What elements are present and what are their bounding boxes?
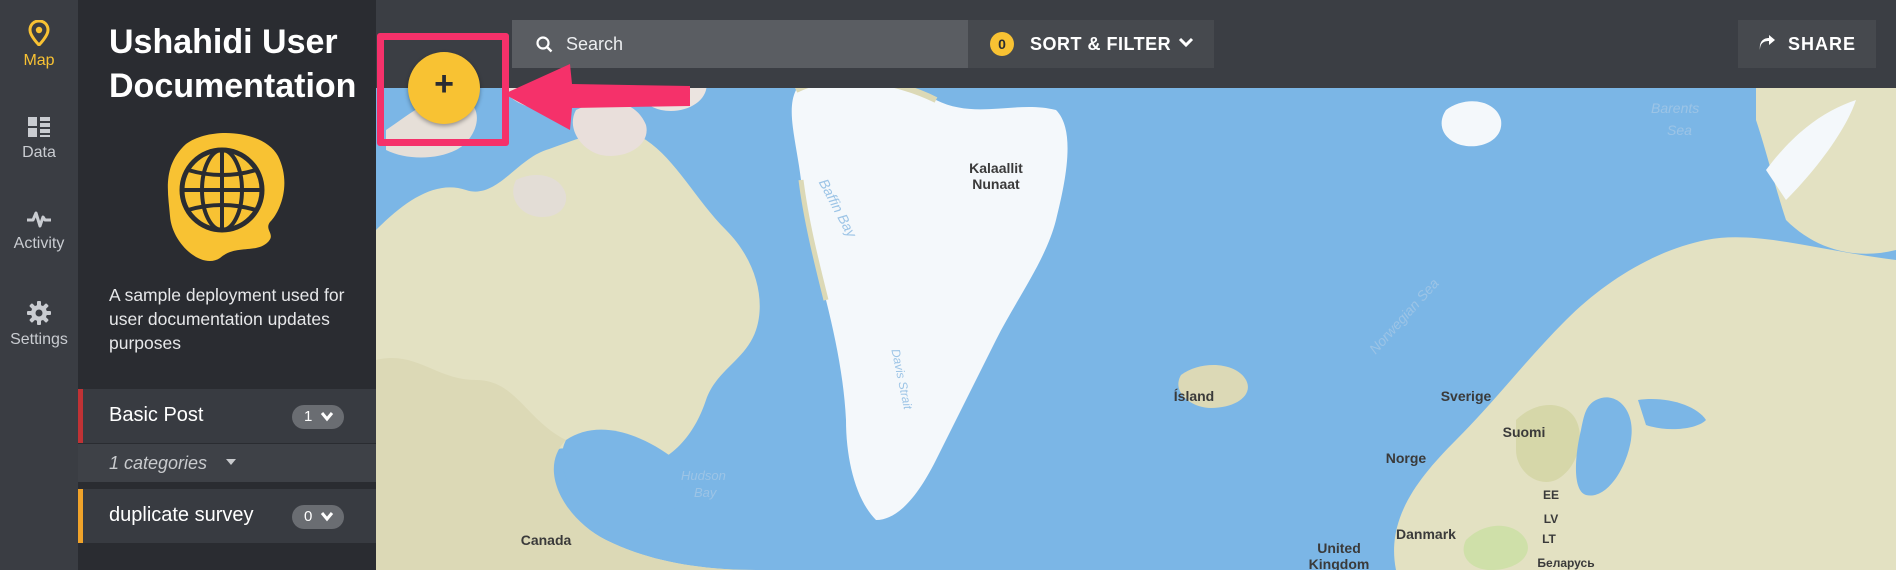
add-post-button[interactable]: + bbox=[408, 52, 480, 124]
survey-color-bar bbox=[78, 489, 83, 543]
nav-item-data[interactable]: Data bbox=[0, 116, 78, 162]
share-arrow-icon bbox=[1759, 35, 1775, 50]
survey-label: duplicate survey bbox=[109, 504, 254, 526]
sea-label-hudson-bay: Bay bbox=[694, 485, 717, 500]
chevron-down-icon bbox=[320, 412, 334, 422]
nav-item-map[interactable]: Map bbox=[0, 20, 78, 70]
nav-label-settings: Settings bbox=[10, 331, 68, 348]
survey-count-toggle[interactable]: 0 bbox=[292, 505, 344, 529]
map-label-united: United bbox=[1317, 540, 1361, 556]
chevron-down-icon bbox=[1178, 37, 1194, 48]
sea-label-barents: Barents bbox=[1651, 100, 1700, 116]
map-label-suomi: Suomi bbox=[1502, 424, 1546, 440]
survey-label: Basic Post bbox=[109, 404, 204, 426]
map-label-canada: Canada bbox=[520, 532, 572, 548]
sort-filter-button[interactable]: 0 SORT & FILTER bbox=[968, 20, 1214, 68]
nav-label-map: Map bbox=[23, 52, 55, 69]
deployment-title: Ushahidi User Documentation bbox=[109, 23, 357, 105]
data-grid-icon bbox=[28, 117, 50, 137]
survey-color-bar bbox=[78, 389, 83, 443]
share-button[interactable]: SHARE bbox=[1738, 20, 1876, 68]
map-label-nunaat: Nunaat bbox=[972, 176, 1020, 192]
highlight-arrow-annotation bbox=[504, 64, 690, 130]
sea-label-barents-sea: Sea bbox=[1667, 122, 1692, 138]
map-label-ee: EE bbox=[1542, 488, 1559, 502]
deployment-description: A sample deployment used for user docume… bbox=[109, 285, 345, 353]
survey-count-toggle[interactable]: 1 bbox=[292, 405, 344, 429]
survey-filter-duplicate-survey[interactable]: duplicate survey 0 bbox=[78, 489, 376, 543]
map-label-lv: LV bbox=[1543, 512, 1559, 526]
map-label-island: Ísland bbox=[1173, 388, 1215, 404]
nav-item-settings[interactable]: Settings bbox=[0, 301, 78, 349]
categories-label: 1 categories bbox=[109, 453, 208, 473]
sort-filter-label: SORT & FILTER bbox=[1030, 34, 1172, 54]
map-label-sverige: Sverige bbox=[1440, 388, 1492, 404]
nav-item-activity[interactable]: Activity bbox=[0, 209, 78, 253]
chevron-down-icon bbox=[320, 512, 334, 522]
categories-toggle[interactable]: 1 categories bbox=[78, 444, 376, 482]
nav-label-data: Data bbox=[22, 144, 56, 161]
share-label: SHARE bbox=[1788, 34, 1857, 54]
deployment-sidebar: Ushahidi User Documentation A sample dep… bbox=[78, 0, 376, 570]
map-label-norge: Norge bbox=[1385, 450, 1427, 466]
survey-count: 1 bbox=[304, 408, 313, 425]
survey-count: 0 bbox=[304, 508, 313, 525]
survey-filter-basic-post[interactable]: Basic Post 1 bbox=[78, 389, 376, 443]
gear-icon bbox=[27, 301, 51, 325]
map-pin-icon bbox=[28, 20, 50, 46]
plus-icon: + bbox=[434, 65, 454, 103]
map-label-lt: LT bbox=[1542, 532, 1556, 546]
caret-down-icon bbox=[226, 459, 236, 465]
map-label-belarus: Беларусь bbox=[1537, 556, 1595, 570]
filter-count-badge: 0 bbox=[990, 32, 1014, 56]
nav-label-activity: Activity bbox=[13, 235, 65, 252]
activity-icon bbox=[27, 211, 51, 228]
map-label-kalaallit: Kalaallit bbox=[969, 160, 1023, 176]
icon-nav: Map Data Activity Settings bbox=[0, 0, 78, 570]
map-label-kingdom: Kingdom bbox=[1308, 556, 1370, 570]
deployment-logo bbox=[167, 132, 285, 262]
map-label-danmark: Danmark bbox=[1396, 526, 1456, 542]
sea-label-hudson: Hudson bbox=[681, 468, 726, 483]
